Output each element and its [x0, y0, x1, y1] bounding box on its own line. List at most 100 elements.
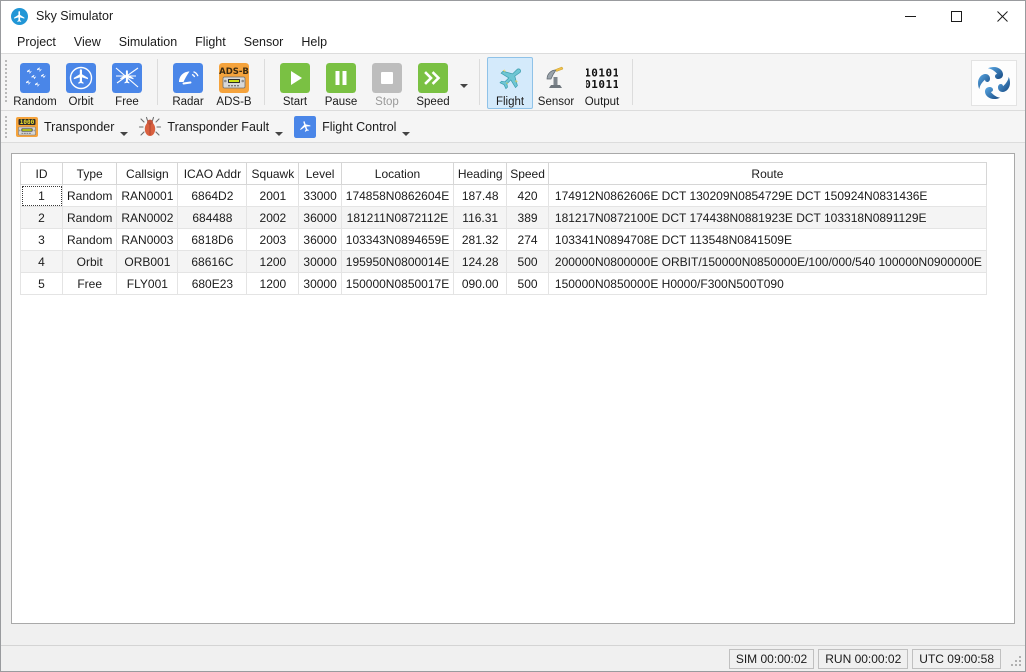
speed-dropdown-button[interactable] — [456, 83, 472, 88]
maximize-button[interactable] — [933, 1, 979, 31]
cell-type[interactable]: Random — [62, 184, 118, 207]
cell-location[interactable]: 150000N0850017E — [341, 272, 455, 295]
cell-level[interactable]: 30000 — [298, 272, 342, 295]
column-header-heading[interactable]: Heading — [453, 162, 508, 185]
cell-icao[interactable]: 6818D6 — [177, 228, 248, 251]
secondary-toolbar-drag-handle[interactable] — [1, 115, 10, 138]
cell-heading[interactable]: 090.00 — [453, 272, 508, 295]
table-row[interactable]: 4 Orbit ORB001 68616C 1200 30000 195950N080001… — [20, 250, 987, 273]
cell-id[interactable]: 4 — [20, 250, 63, 273]
toolbar-drag-handle[interactable] — [1, 54, 10, 110]
cell-type[interactable]: Random — [62, 206, 118, 229]
table-row[interactable]: 5 Free FLY001 680E23 1200 30000 150000N0850017… — [20, 272, 987, 295]
cell-type[interactable]: Orbit — [62, 250, 118, 273]
cell-callsign[interactable]: RAN0002 — [116, 206, 179, 229]
column-header-location[interactable]: Location — [341, 162, 455, 185]
cell-location[interactable]: 103343N0894659E — [341, 228, 455, 251]
cell-speed[interactable]: 500 — [506, 250, 549, 273]
table-body: 1 Random RAN0001 6864D2 2001 33000 174858N0862… — [20, 184, 987, 295]
cell-id[interactable]: 2 — [20, 206, 63, 229]
cell-heading[interactable]: 281.32 — [453, 228, 508, 251]
menu-sensor[interactable]: Sensor — [235, 33, 293, 51]
resize-grip[interactable] — [1007, 652, 1021, 666]
cell-route[interactable]: 174912N0862606E DCT 130209N0854729E DCT … — [548, 184, 987, 207]
cell-location[interactable]: 195950N0800014E — [341, 250, 455, 273]
column-header-speed[interactable]: Speed — [506, 162, 549, 185]
toolbar-button-sensor[interactable]: Sensor — [533, 57, 579, 109]
table-row[interactable]: 3 Random RAN0003 6818D6 2003 36000 103343N0894… — [20, 228, 987, 251]
column-header-id[interactable]: ID — [20, 162, 63, 185]
toolbar-button-flight-control[interactable]: Flight Control — [288, 113, 415, 141]
column-header-callsign[interactable]: Callsign — [116, 162, 179, 185]
menu-simulation[interactable]: Simulation — [110, 33, 186, 51]
toolbar-button-random[interactable]: Random — [12, 57, 58, 109]
menu-help[interactable]: Help — [292, 33, 336, 51]
toolbar-button-start[interactable]: Start — [272, 57, 318, 109]
cell-level[interactable]: 36000 — [298, 228, 342, 251]
transponder-chevron-down-icon[interactable] — [120, 131, 129, 136]
column-header-squawk[interactable]: Squawk — [246, 162, 300, 185]
menu-view[interactable]: View — [65, 33, 110, 51]
cell-icao[interactable]: 68616C — [177, 250, 248, 273]
toolbar-button-output[interactable]: 10101 01011 Output — [579, 57, 625, 109]
cell-icao[interactable]: 684488 — [177, 206, 248, 229]
cell-id[interactable]: 1 — [20, 184, 63, 207]
cell-icao[interactable]: 680E23 — [177, 272, 248, 295]
toolbar-button-speed[interactable]: Speed — [410, 57, 456, 109]
cell-level[interactable]: 33000 — [298, 184, 342, 207]
cell-speed[interactable]: 274 — [506, 228, 549, 251]
cell-callsign[interactable]: FLY001 — [116, 272, 179, 295]
toolbar-button-pause[interactable]: Pause — [318, 57, 364, 109]
cell-squawk[interactable]: 2003 — [246, 228, 300, 251]
cell-type[interactable]: Free — [62, 272, 118, 295]
cell-squawk[interactable]: 2001 — [246, 184, 300, 207]
toolbar-button-radar-label: Radar — [172, 96, 204, 108]
cell-route[interactable]: 200000N0800000E ORBIT/150000N0850000E/10… — [548, 250, 987, 273]
cell-id[interactable]: 5 — [20, 272, 63, 295]
toolbar-button-orbit[interactable]: Orbit — [58, 57, 104, 109]
cell-squawk[interactable]: 1200 — [246, 272, 300, 295]
table-row[interactable]: 2 Random RAN0002 684488 2002 36000 181211N0872… — [20, 206, 987, 229]
cell-squawk[interactable]: 2002 — [246, 206, 300, 229]
cell-heading[interactable]: 116.31 — [453, 206, 508, 229]
cell-speed[interactable]: 420 — [506, 184, 549, 207]
column-header-route[interactable]: Route — [548, 162, 987, 185]
cell-id[interactable]: 3 — [20, 228, 63, 251]
flight-control-chevron-down-icon[interactable] — [402, 131, 411, 136]
cell-squawk[interactable]: 1200 — [246, 250, 300, 273]
cell-level[interactable]: 36000 — [298, 206, 342, 229]
toolbar-button-transponder[interactable]: 1000 Transponder — [10, 113, 133, 141]
minimize-button[interactable] — [887, 1, 933, 31]
column-header-level[interactable]: Level — [298, 162, 342, 185]
toolbar-button-stop[interactable]: Stop — [364, 57, 410, 109]
toolbar-button-radar[interactable]: Radar — [165, 57, 211, 109]
cell-route[interactable]: 150000N0850000E H0000/F300N500T090 — [548, 272, 987, 295]
flight-table-container[interactable]: ID Type Callsign ICAO Addr Squawk Level Locati… — [12, 154, 1014, 295]
cell-speed[interactable]: 500 — [506, 272, 549, 295]
menu-flight[interactable]: Flight — [186, 33, 235, 51]
cell-type[interactable]: Random — [62, 228, 118, 251]
transponder-fault-chevron-down-icon[interactable] — [275, 131, 284, 136]
cell-callsign[interactable]: ORB001 — [116, 250, 179, 273]
column-header-icao[interactable]: ICAO Addr — [177, 162, 248, 185]
cell-heading[interactable]: 124.28 — [453, 250, 508, 273]
cell-level[interactable]: 30000 — [298, 250, 342, 273]
cell-callsign[interactable]: RAN0003 — [116, 228, 179, 251]
cell-route[interactable]: 181217N0872100E DCT 174438N0881923E DCT … — [548, 206, 987, 229]
toolbar-button-flight[interactable]: Flight — [487, 57, 533, 109]
cell-location[interactable]: 181211N0872112E — [341, 206, 455, 229]
column-header-type[interactable]: Type — [62, 162, 118, 185]
cell-callsign[interactable]: RAN0001 — [116, 184, 179, 207]
toolbar-button-free[interactable]: Free — [104, 57, 150, 109]
menu-project[interactable]: Project — [8, 33, 65, 51]
cell-speed[interactable]: 389 — [506, 206, 549, 229]
close-button[interactable] — [979, 1, 1025, 31]
cell-heading[interactable]: 187.48 — [453, 184, 508, 207]
toolbar-button-transponder-fault[interactable]: Transponder Fault — [133, 113, 288, 141]
cell-icao[interactable]: 6864D2 — [177, 184, 248, 207]
cell-route[interactable]: 103341N0894708E DCT 113548N0841509E — [548, 228, 987, 251]
toolbar-button-adsb[interactable]: ADS-B ADS-B — [211, 57, 257, 109]
cell-location[interactable]: 174858N0862604E — [341, 184, 455, 207]
table-row[interactable]: 1 Random RAN0001 6864D2 2001 33000 174858N0862… — [20, 184, 987, 207]
sensor-dish-icon — [540, 62, 572, 94]
